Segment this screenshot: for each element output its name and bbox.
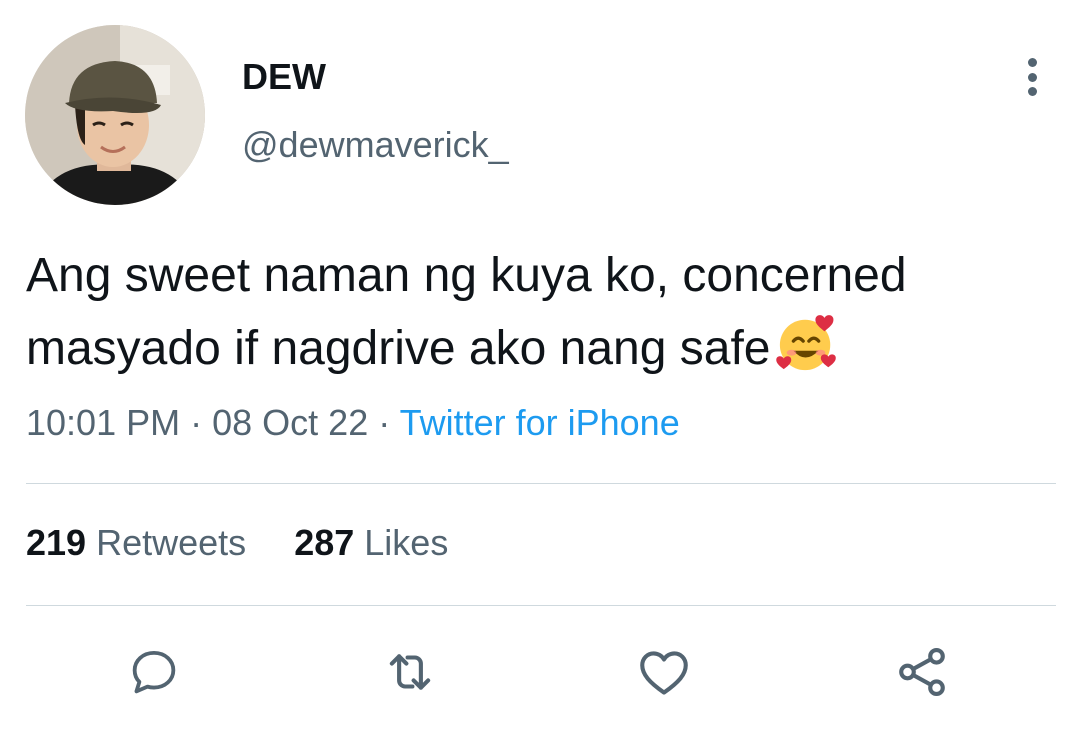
more-dot (1027, 87, 1037, 96)
tweet-body: Ang sweet naman ng kuya ko, concerned ma… (26, 249, 907, 375)
divider (26, 605, 1056, 606)
meta-separator: · (190, 402, 203, 443)
meta-separator: · (378, 402, 391, 443)
tweet-time[interactable]: 10:01 PM (26, 402, 180, 443)
retweets-stat[interactable]: 219 Retweets (26, 522, 246, 564)
more-dot (1027, 72, 1037, 82)
action-bar (0, 640, 1080, 704)
retweets-count: 219 (26, 522, 87, 563)
tweet-text: Ang sweet naman ng kuya ko, concerned ma… (26, 240, 1056, 395)
retweet-icon (389, 654, 431, 690)
reply-button[interactable] (122, 640, 186, 704)
more-dot (1027, 58, 1037, 67)
likes-label: Likes (364, 522, 449, 563)
retweet-button[interactable] (378, 640, 442, 704)
tweet-stats: 219 Retweets 287 Likes (26, 522, 448, 564)
divider (26, 483, 1056, 484)
avatar[interactable] (25, 25, 205, 205)
tweet-date[interactable]: 08 Oct 22 (212, 402, 368, 443)
tweet-meta: 10:01 PM · 08 Oct 22 · Twitter for iPhon… (26, 402, 680, 444)
tweet-detail: DEW @dewmaverick_ Ang sweet naman ng kuy… (0, 0, 1080, 753)
smiling-face-with-hearts-icon (776, 312, 838, 395)
retweets-label: Retweets (96, 522, 247, 563)
tweet-source-link[interactable]: Twitter for iPhone (400, 402, 680, 443)
heart-icon (640, 651, 688, 695)
likes-stat[interactable]: 287 Likes (294, 522, 448, 564)
reply-icon (132, 650, 176, 694)
more-icon[interactable] (1012, 54, 1052, 100)
share-icon (899, 647, 945, 697)
likes-count: 287 (294, 522, 355, 563)
author-display-name[interactable]: DEW (242, 56, 326, 98)
share-button[interactable] (890, 640, 954, 704)
avatar-image (25, 25, 205, 205)
like-button[interactable] (632, 640, 696, 704)
author-handle[interactable]: @dewmaverick_ (242, 124, 509, 166)
